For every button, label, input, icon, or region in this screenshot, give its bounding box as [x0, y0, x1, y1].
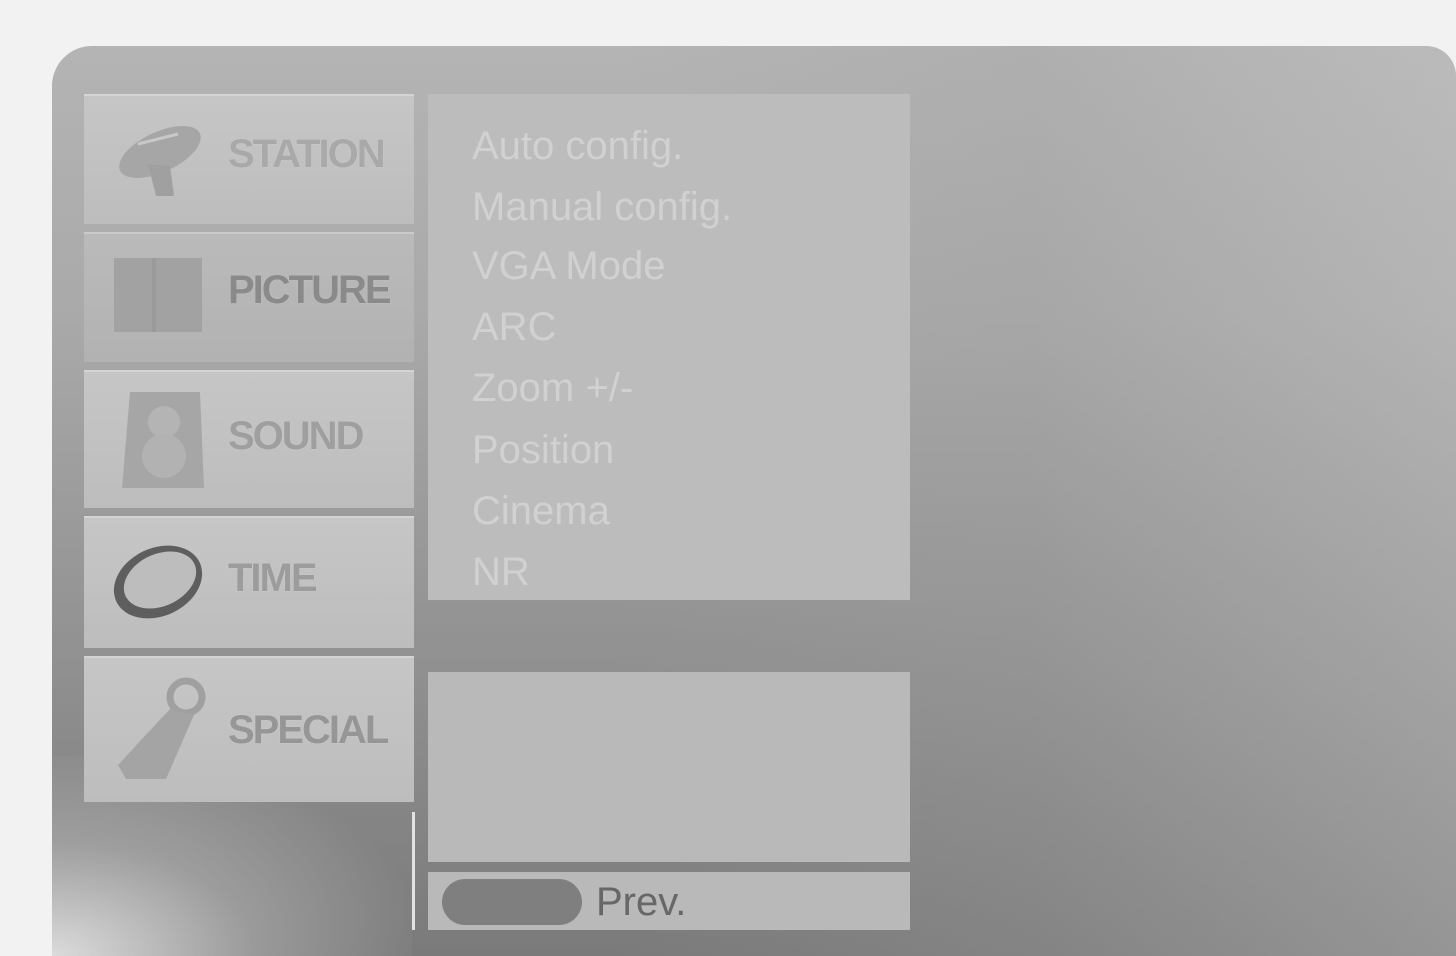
tab-sound[interactable]: SOUND — [84, 370, 414, 508]
speaker-icon — [122, 392, 204, 488]
clock-ring-icon — [113, 545, 203, 619]
menu-item-manual-config[interactable]: Manual config. — [472, 185, 732, 230]
satellite-dish-icon — [119, 126, 201, 196]
info-panel — [428, 672, 910, 862]
tab-station[interactable]: STATION — [84, 94, 414, 224]
menu-item-position[interactable]: Position — [472, 428, 614, 473]
picture-frame-icon — [114, 258, 202, 332]
tab-label-station: STATION — [228, 132, 386, 176]
footer-bar: Prev. — [428, 872, 910, 930]
key-tag-icon — [118, 677, 206, 779]
prev-label: Prev. — [596, 880, 687, 924]
menu-item-auto-config[interactable]: Auto config. — [472, 124, 683, 169]
menu-item-vga-mode[interactable]: VGA Mode — [472, 244, 665, 289]
menu-item-cinema[interactable]: Cinema — [472, 489, 610, 534]
menu-item-zoom[interactable]: Zoom +/- — [472, 366, 633, 411]
tab-special[interactable]: SPECIAL — [84, 656, 414, 802]
menu-item-nr[interactable]: NR — [472, 550, 530, 595]
prev-button[interactable] — [442, 879, 582, 925]
submenu-panel: Auto config. Manual config. VGA Mode ARC… — [428, 94, 910, 600]
divider-line — [412, 812, 415, 930]
tab-label-time: TIME — [228, 556, 318, 600]
tab-label-sound: SOUND — [228, 414, 364, 458]
tab-label-special: SPECIAL — [228, 708, 389, 752]
tab-time[interactable]: TIME — [84, 516, 414, 648]
tab-picture[interactable]: PICTURE — [84, 232, 414, 362]
tab-label-picture: PICTURE — [228, 268, 392, 312]
menu-item-arc[interactable]: ARC — [472, 305, 556, 350]
